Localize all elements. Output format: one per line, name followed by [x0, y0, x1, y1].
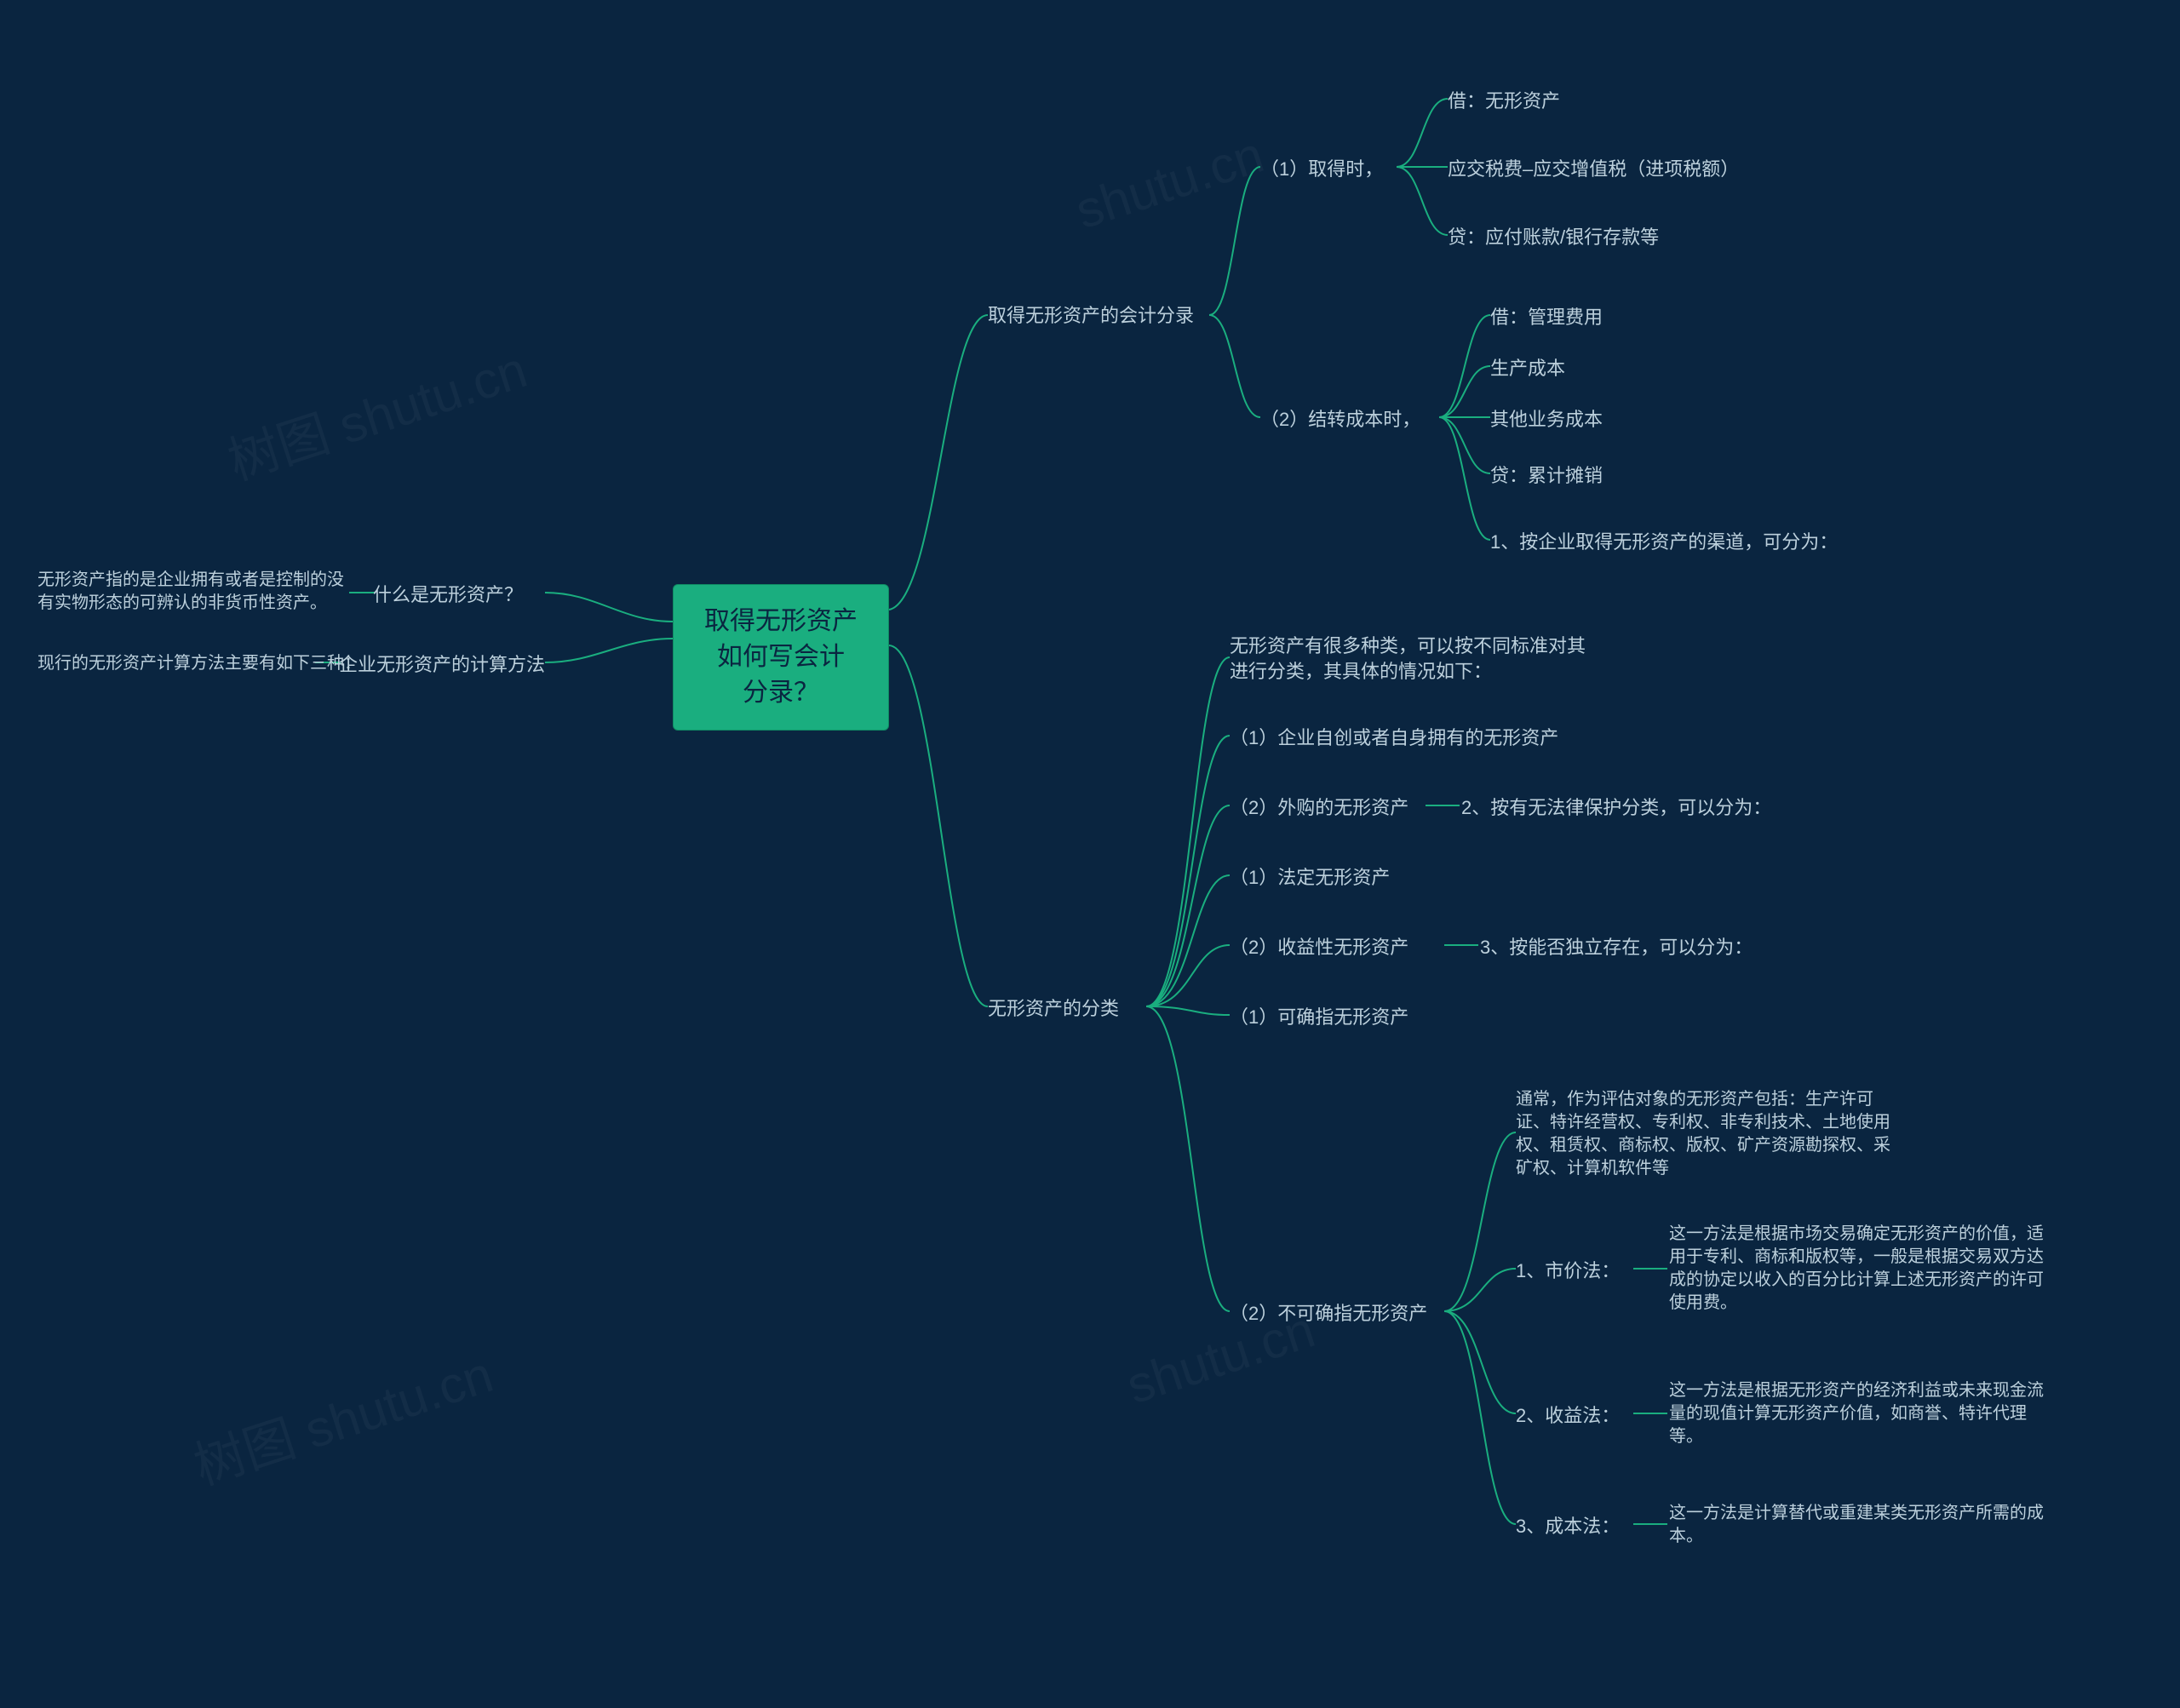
watermark: 树图 shutu.cn — [217, 329, 535, 495]
b1-s1[interactable]: （1）取得时， — [1260, 157, 1383, 182]
b2-c4[interactable]: （2）收益性无形资产 — [1230, 935, 1408, 960]
watermark: 树图 shutu.cn — [183, 1333, 501, 1499]
b2-c6-d1-desc: 这一方法是根据市场交易确定无形资产的价值，适用于专利、商标和版权等，一般是根据交… — [1669, 1223, 2044, 1315]
b2-c2[interactable]: （2）外购的无形资产 — [1230, 795, 1408, 821]
left-q1-desc: 无形资产指的是企业拥有或者是控制的没有实物形态的可辨认的非货币性资产。 — [37, 569, 344, 615]
b2-c2-note: 2、按有无法律保护分类，可以分为： — [1461, 795, 1771, 821]
b1-s2-note: 1、按企业取得无形资产的渠道，可分为： — [1490, 530, 1838, 555]
b2-c1: （1）企业自创或者自身拥有的无形资产 — [1230, 725, 1558, 751]
b2-c4-note: 3、按能否独立存在，可以分为： — [1480, 935, 1753, 960]
root-line1: 取得无形资产如何写会计 — [703, 604, 859, 675]
left-q1[interactable]: 什么是无形资产？ — [373, 582, 523, 608]
b2[interactable]: 无形资产的分类 — [988, 996, 1119, 1022]
b2-c6-d3[interactable]: 3、成本法： — [1516, 1514, 1620, 1539]
left-q2-desc: 现行的无形资产计算方法主要有如下三种： — [37, 652, 361, 675]
mindmap-connectors — [0, 0, 2180, 1708]
b2-c6-d1[interactable]: 1、市价法： — [1516, 1258, 1620, 1284]
b2-c6-d0: 通常，作为评估对象的无形资产包括：生产许可证、特许经营权、专利权、非专利技术、土… — [1516, 1088, 1899, 1180]
b1-s2[interactable]: （2）结转成本时， — [1260, 407, 1420, 433]
b1-s1-c1: 借：无形资产 — [1448, 89, 1560, 114]
b1-s2-c2: 生产成本 — [1490, 356, 1565, 381]
left-q2[interactable]: 企业无形资产的计算方法 — [339, 652, 545, 678]
b2-c3: （1）法定无形资产 — [1230, 865, 1390, 891]
b1-s1-c2: 应交税费–应交增值税（进项税额） — [1448, 157, 1739, 182]
b2-c6[interactable]: （2）不可确指无形资产 — [1230, 1301, 1427, 1327]
b1[interactable]: 取得无形资产的会计分录 — [988, 303, 1194, 329]
root-line2: 分录？ — [703, 675, 859, 711]
b1-s1-c3: 贷：应付账款/银行存款等 — [1448, 225, 1659, 250]
b1-s2-c1: 借：管理费用 — [1490, 305, 1603, 330]
b2-c6-d3-desc: 这一方法是计算替代或重建某类无形资产所需的成本。 — [1669, 1502, 2044, 1548]
b2-c5: （1）可确指无形资产 — [1230, 1005, 1408, 1030]
watermark: shutu.cn — [1069, 125, 1271, 241]
b1-s2-c4: 贷：累计摊销 — [1490, 463, 1603, 489]
b1-s2-c3: 其他业务成本 — [1490, 407, 1603, 433]
root-node[interactable]: 取得无形资产如何写会计 分录？ — [673, 584, 889, 731]
b2-c6-d2[interactable]: 2、收益法： — [1516, 1403, 1620, 1429]
b2-c6-d2-desc: 这一方法是根据无形资产的经济利益或未来现金流量的现值计算无形资产价值，如商誉、特… — [1669, 1379, 2044, 1448]
b2-c0: 无形资产有很多种类，可以按不同标准对其进行分类，其具体的情况如下： — [1230, 633, 1587, 684]
